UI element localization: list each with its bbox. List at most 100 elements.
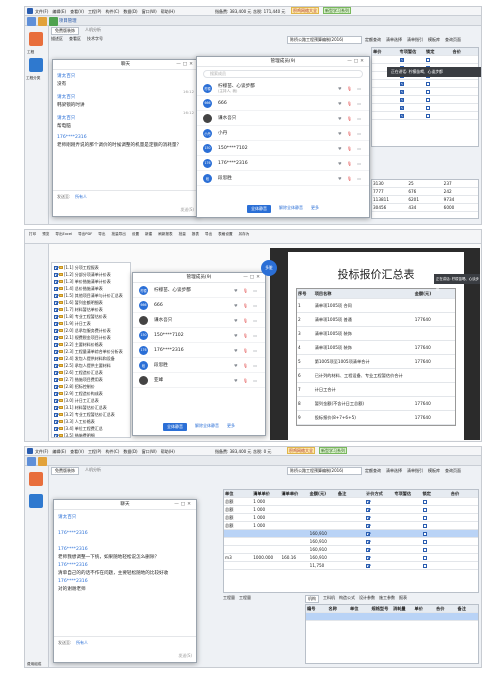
table-cell[interactable] (422, 563, 450, 568)
member-item[interactable]: 666 666 ♥ 🎙 ▭ (133, 298, 265, 313)
report-tree-item[interactable]: [2.6] 工程造价汇总表 (54, 369, 128, 376)
table-row[interactable]: 总额 1 000 (224, 506, 478, 514)
new-icon[interactable] (27, 17, 36, 26)
checkbox[interactable] (426, 58, 430, 62)
table-cell[interactable] (365, 547, 393, 552)
checkbox[interactable] (366, 556, 371, 560)
table-cell[interactable]: 160,910 (309, 539, 337, 544)
member-icons[interactable]: ♥ 🎙 ▭ (234, 288, 259, 293)
column-header[interactable]: 单位 (349, 606, 371, 612)
checkbox[interactable] (54, 328, 58, 333)
checkbox[interactable] (54, 398, 58, 403)
tab-list-select[interactable]: 清单选择 (386, 37, 402, 43)
category-icon[interactable] (29, 494, 43, 508)
table-cell[interactable] (422, 523, 450, 528)
checkbox[interactable] (54, 391, 58, 396)
window-controls[interactable]: —□✕ (174, 500, 193, 510)
report-tree-item[interactable]: [1.6] 暂列金额明细表 (54, 299, 128, 306)
send-to-select[interactable]: 所有人 (75, 194, 87, 200)
checkbox[interactable] (399, 90, 404, 94)
report-tree-item[interactable]: [1.1] 分项工程报表 (54, 264, 128, 271)
report-tree-item[interactable]: [3.2] 专业工程暂估价汇总表 (54, 411, 128, 418)
report-tree-item[interactable]: [2.7] 措施项目费用表 (54, 376, 128, 383)
table-cell[interactable] (365, 515, 393, 520)
tab-query-page[interactable]: 查询页面 (445, 37, 461, 43)
toolbar-report[interactable]: 报表 (192, 232, 199, 237)
checkbox[interactable] (54, 412, 58, 417)
report-tree-item[interactable]: [2.5] 承包人提供主要材料 (54, 362, 128, 369)
checkbox[interactable] (426, 114, 430, 118)
table-row[interactable] (372, 88, 478, 96)
checkbox[interactable] (399, 114, 404, 118)
menu-edit[interactable]: 编辑(E) (52, 449, 66, 455)
table-cell[interactable] (365, 523, 393, 528)
column-header[interactable]: 锁定 (422, 491, 450, 497)
tab-list-guide[interactable]: 清单指引 (407, 468, 423, 474)
table-cell[interactable]: 总额 (224, 507, 252, 513)
menu-component[interactable]: 构件(C) (105, 449, 119, 455)
table-cell[interactable] (365, 563, 393, 568)
highlight-badge-2[interactable]: 新型学习系列 (323, 7, 351, 14)
table-cell[interactable] (422, 531, 450, 536)
tab-quota-query[interactable]: 定额查询 (365, 37, 381, 43)
toolbar-export-2[interactable]: 导出 (205, 232, 212, 237)
report-tree-item[interactable]: [3.1] 材料暂估价汇总表 (54, 404, 128, 411)
member-item[interactable]: 柠檬 柠檬苗、心谈步都 (主持人, 我) ♥ 🎙 ▭ (197, 81, 369, 96)
table-cell[interactable]: 160,910 (309, 531, 337, 536)
toolbar-export[interactable]: 导出 (98, 232, 105, 237)
report-tree-item[interactable]: [1.7] 材料暂估单价表 (54, 306, 128, 313)
open-icon[interactable] (38, 17, 47, 26)
checkbox[interactable] (54, 265, 58, 270)
member-item[interactable]: 谦水吾只 ♥ 🎙 ▭ (197, 111, 369, 126)
tab-labor-material[interactable]: 工料机 (323, 595, 335, 603)
checkbox[interactable] (54, 335, 58, 340)
column-header[interactable]: 金额(元) (309, 491, 337, 497)
table-row[interactable] (372, 96, 478, 104)
highlight-badge[interactable]: 积鸡网络大全 (291, 7, 319, 14)
table-cell[interactable]: 160,910 (309, 555, 337, 560)
toolbar-table-settings[interactable]: 表格设置 (218, 232, 232, 237)
toolbar-print[interactable]: 打印 (29, 232, 36, 237)
checkbox[interactable] (54, 272, 58, 277)
menu-project[interactable]: 工程(P) (88, 9, 102, 15)
table-cell[interactable] (422, 499, 450, 504)
column-header[interactable]: 编号 (306, 606, 328, 612)
mute-all-button[interactable]: 全体静音 (163, 423, 187, 431)
column-header[interactable]: 备注 (337, 491, 365, 497)
send-button[interactable]: 发送(S) (180, 207, 194, 213)
tab-analysis[interactable]: 人机分析 (82, 467, 104, 475)
column-header[interactable]: 单价 (414, 606, 436, 612)
report-tree-item[interactable]: [1.4] 总价措施清单表 (54, 285, 128, 292)
tab-template[interactable]: 模板库 (428, 37, 440, 43)
checkbox[interactable] (54, 286, 58, 291)
unmute-all-button[interactable]: 解除全体静音 (195, 423, 219, 431)
member-item[interactable]: 柠檬 柠檬苗、心谈步都 ♥ 🎙 ▭ (133, 283, 265, 298)
member-item[interactable]: 小丹 小丹 ♥ 🎙 ▭ (197, 126, 369, 141)
menu-help[interactable]: 帮助(H) (161, 449, 175, 455)
toolbar-new[interactable]: 新建 (145, 232, 152, 237)
menu-window[interactable]: 窗口(W) (142, 449, 157, 455)
toolbar-settings[interactable]: 设置 (132, 232, 139, 237)
toolbar-save-as[interactable]: 另存为 (239, 232, 250, 237)
menu-edit[interactable]: 编辑(E) (52, 9, 66, 15)
table-row[interactable]: 总额 1 000 (224, 514, 478, 522)
table-cell[interactable] (365, 507, 393, 512)
member-icons[interactable]: ♥ 🎙 ▭ (338, 86, 363, 91)
checkbox[interactable] (366, 508, 371, 512)
tab-quantity-2[interactable]: 工程量 (239, 595, 251, 601)
checkbox[interactable] (366, 564, 371, 568)
table-cell[interactable]: 160,910 (309, 547, 337, 552)
member-icons[interactable]: ♥ 🎙 ▭ (338, 161, 363, 166)
subtab-tech[interactable]: 技术字号 (87, 36, 103, 42)
checkbox[interactable] (54, 370, 58, 375)
table-row[interactable] (372, 80, 478, 88)
member-item[interactable]: 谦水吾只 ♥ 🎙 ▭ (133, 313, 265, 328)
tab-formula[interactable]: 构造公式 (339, 595, 355, 603)
tab-quantity[interactable]: 工程量 (223, 595, 235, 601)
checkbox[interactable] (366, 524, 371, 528)
column-header[interactable]: 备注 (457, 606, 479, 612)
menu-help[interactable]: 帮助(H) (161, 9, 175, 15)
send-button[interactable]: 发送(S) (178, 653, 192, 659)
table-row[interactable]: 7777 676 242 (372, 188, 478, 196)
toolbar-batch-export[interactable]: 批量导出 (111, 232, 125, 237)
